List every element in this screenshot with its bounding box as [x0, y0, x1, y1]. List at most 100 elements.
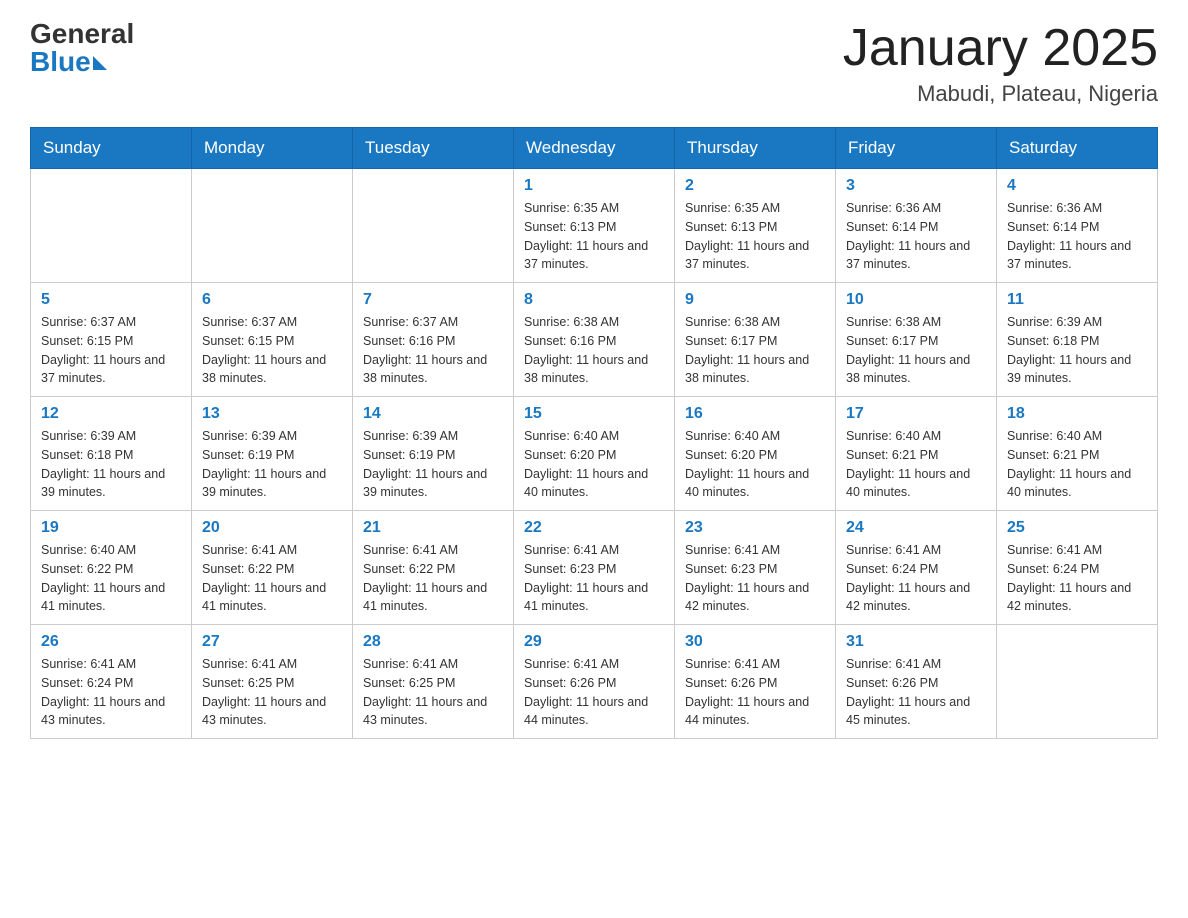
calendar-cell: 15 Sunrise: 6:40 AMSunset: 6:20 PMDayligh…: [514, 397, 675, 511]
day-number: 10: [846, 291, 986, 309]
calendar-cell: 28 Sunrise: 6:41 AMSunset: 6:25 PMDayligh…: [353, 625, 514, 739]
day-number: 15: [524, 405, 664, 423]
day-number: 26: [41, 633, 181, 651]
day-number: 9: [685, 291, 825, 309]
day-info: Sunrise: 6:41 AMSunset: 6:26 PMDaylight:…: [846, 655, 986, 730]
day-number: 3: [846, 177, 986, 195]
calendar-cell: 17 Sunrise: 6:40 AMSunset: 6:21 PMDayligh…: [836, 397, 997, 511]
day-info: Sunrise: 6:40 AMSunset: 6:22 PMDaylight:…: [41, 541, 181, 616]
day-info: Sunrise: 6:40 AMSunset: 6:21 PMDaylight:…: [846, 427, 986, 502]
calendar-cell: 11 Sunrise: 6:39 AMSunset: 6:18 PMDayligh…: [997, 283, 1158, 397]
day-info: Sunrise: 6:35 AMSunset: 6:13 PMDaylight:…: [685, 199, 825, 274]
calendar-week-row: 12 Sunrise: 6:39 AMSunset: 6:18 PMDayligh…: [31, 397, 1158, 511]
calendar-cell: 27Sunrise: 6:41 AMSunset: 6:25 PMDayligh…: [192, 625, 353, 739]
day-info: Sunrise: 6:38 AMSunset: 6:17 PMDaylight:…: [685, 313, 825, 388]
calendar-cell: 4Sunrise: 6:36 AMSunset: 6:14 PMDaylight…: [997, 169, 1158, 283]
day-info: Sunrise: 6:41 AMSunset: 6:22 PMDaylight:…: [363, 541, 503, 616]
day-info: Sunrise: 6:39 AMSunset: 6:18 PMDaylight:…: [1007, 313, 1147, 388]
location-subtitle: Mabudi, Plateau, Nigeria: [843, 81, 1158, 107]
calendar-day-header: Friday: [836, 128, 997, 169]
calendar-week-row: 5 Sunrise: 6:37 AMSunset: 6:15 PMDaylight…: [31, 283, 1158, 397]
day-number: 28: [363, 633, 503, 651]
day-info: Sunrise: 6:41 AMSunset: 6:26 PMDaylight:…: [685, 655, 825, 730]
logo-blue-text: Blue: [30, 48, 91, 76]
calendar-day-header: Sunday: [31, 128, 192, 169]
calendar-cell: [192, 169, 353, 283]
calendar-table: SundayMondayTuesdayWednesdayThursdayFrid…: [30, 127, 1158, 739]
calendar-cell: 5 Sunrise: 6:37 AMSunset: 6:15 PMDaylight…: [31, 283, 192, 397]
calendar-cell: [31, 169, 192, 283]
calendar-cell: 12 Sunrise: 6:39 AMSunset: 6:18 PMDayligh…: [31, 397, 192, 511]
day-number: 12: [41, 405, 181, 423]
calendar-cell: 1 Sunrise: 6:35 AMSunset: 6:13 PMDaylight…: [514, 169, 675, 283]
calendar-cell: 30Sunrise: 6:41 AMSunset: 6:26 PMDayligh…: [675, 625, 836, 739]
day-number: 24: [846, 519, 986, 537]
calendar-week-row: 26 Sunrise: 6:41 AMSunset: 6:24 PMDayligh…: [31, 625, 1158, 739]
title-section: January 2025 Mabudi, Plateau, Nigeria: [843, 20, 1158, 107]
day-number: 6: [202, 291, 342, 309]
day-info: Sunrise: 6:41 AMSunset: 6:24 PMDaylight:…: [846, 541, 986, 616]
day-number: 20: [202, 519, 342, 537]
day-info: Sunrise: 6:37 AMSunset: 6:15 PMDaylight:…: [202, 313, 342, 388]
calendar-cell: 7 Sunrise: 6:37 AMSunset: 6:16 PMDaylight…: [353, 283, 514, 397]
day-number: 14: [363, 405, 503, 423]
day-number: 29: [524, 633, 664, 651]
day-info: Sunrise: 6:41 AMSunset: 6:22 PMDaylight:…: [202, 541, 342, 616]
calendar-cell: 19 Sunrise: 6:40 AMSunset: 6:22 PMDayligh…: [31, 511, 192, 625]
day-number: 8: [524, 291, 664, 309]
day-info: Sunrise: 6:41 AMSunset: 6:24 PMDaylight:…: [41, 655, 181, 730]
calendar-cell: 22 Sunrise: 6:41 AMSunset: 6:23 PMDayligh…: [514, 511, 675, 625]
day-number: 25: [1007, 519, 1147, 537]
day-info: Sunrise: 6:41 AMSunset: 6:25 PMDaylight:…: [363, 655, 503, 730]
calendar-cell: 24 Sunrise: 6:41 AMSunset: 6:24 PMDayligh…: [836, 511, 997, 625]
day-info: Sunrise: 6:40 AMSunset: 6:20 PMDaylight:…: [685, 427, 825, 502]
day-number: 13: [202, 405, 342, 423]
day-info: Sunrise: 6:39 AMSunset: 6:18 PMDaylight:…: [41, 427, 181, 502]
day-info: Sunrise: 6:40 AMSunset: 6:20 PMDaylight:…: [524, 427, 664, 502]
calendar-cell: 20 Sunrise: 6:41 AMSunset: 6:22 PMDayligh…: [192, 511, 353, 625]
calendar-cell: 13 Sunrise: 6:39 AMSunset: 6:19 PMDayligh…: [192, 397, 353, 511]
calendar-cell: [353, 169, 514, 283]
day-info: Sunrise: 6:39 AMSunset: 6:19 PMDaylight:…: [202, 427, 342, 502]
day-number: 5: [41, 291, 181, 309]
calendar-cell: 26 Sunrise: 6:41 AMSunset: 6:24 PMDayligh…: [31, 625, 192, 739]
day-number: 11: [1007, 291, 1147, 309]
day-info: Sunrise: 6:37 AMSunset: 6:15 PMDaylight:…: [41, 313, 181, 388]
day-number: 1: [524, 177, 664, 195]
calendar-day-header: Thursday: [675, 128, 836, 169]
calendar-cell: 31Sunrise: 6:41 AMSunset: 6:26 PMDayligh…: [836, 625, 997, 739]
day-number: 4: [1007, 177, 1147, 195]
day-number: 27: [202, 633, 342, 651]
calendar-cell: 2 Sunrise: 6:35 AMSunset: 6:13 PMDaylight…: [675, 169, 836, 283]
day-info: Sunrise: 6:40 AMSunset: 6:21 PMDaylight:…: [1007, 427, 1147, 502]
day-info: Sunrise: 6:35 AMSunset: 6:13 PMDaylight:…: [524, 199, 664, 274]
page-header: General Blue January 2025 Mabudi, Platea…: [30, 20, 1158, 107]
calendar-cell: 14Sunrise: 6:39 AMSunset: 6:19 PMDayligh…: [353, 397, 514, 511]
day-number: 18: [1007, 405, 1147, 423]
calendar-week-row: 1 Sunrise: 6:35 AMSunset: 6:13 PMDaylight…: [31, 169, 1158, 283]
calendar-cell: 25 Sunrise: 6:41 AMSunset: 6:24 PMDayligh…: [997, 511, 1158, 625]
calendar-cell: 8Sunrise: 6:38 AMSunset: 6:16 PMDaylight…: [514, 283, 675, 397]
day-number: 7: [363, 291, 503, 309]
day-number: 17: [846, 405, 986, 423]
day-number: 22: [524, 519, 664, 537]
calendar-cell: 18 Sunrise: 6:40 AMSunset: 6:21 PMDayligh…: [997, 397, 1158, 511]
logo-triangle-icon: [93, 56, 107, 70]
day-info: Sunrise: 6:41 AMSunset: 6:24 PMDaylight:…: [1007, 541, 1147, 616]
day-info: Sunrise: 6:37 AMSunset: 6:16 PMDaylight:…: [363, 313, 503, 388]
calendar-header-row: SundayMondayTuesdayWednesdayThursdayFrid…: [31, 128, 1158, 169]
calendar-cell: 29Sunrise: 6:41 AMSunset: 6:26 PMDayligh…: [514, 625, 675, 739]
day-number: 16: [685, 405, 825, 423]
day-number: 2: [685, 177, 825, 195]
calendar-cell: 21Sunrise: 6:41 AMSunset: 6:22 PMDayligh…: [353, 511, 514, 625]
calendar-day-header: Wednesday: [514, 128, 675, 169]
day-number: 19: [41, 519, 181, 537]
calendar-day-header: Monday: [192, 128, 353, 169]
day-info: Sunrise: 6:38 AMSunset: 6:17 PMDaylight:…: [846, 313, 986, 388]
day-info: Sunrise: 6:41 AMSunset: 6:23 PMDaylight:…: [685, 541, 825, 616]
calendar-day-header: Tuesday: [353, 128, 514, 169]
calendar-cell: 10 Sunrise: 6:38 AMSunset: 6:17 PMDayligh…: [836, 283, 997, 397]
calendar-cell: 9 Sunrise: 6:38 AMSunset: 6:17 PMDaylight…: [675, 283, 836, 397]
calendar-cell: 16 Sunrise: 6:40 AMSunset: 6:20 PMDayligh…: [675, 397, 836, 511]
day-info: Sunrise: 6:41 AMSunset: 6:23 PMDaylight:…: [524, 541, 664, 616]
